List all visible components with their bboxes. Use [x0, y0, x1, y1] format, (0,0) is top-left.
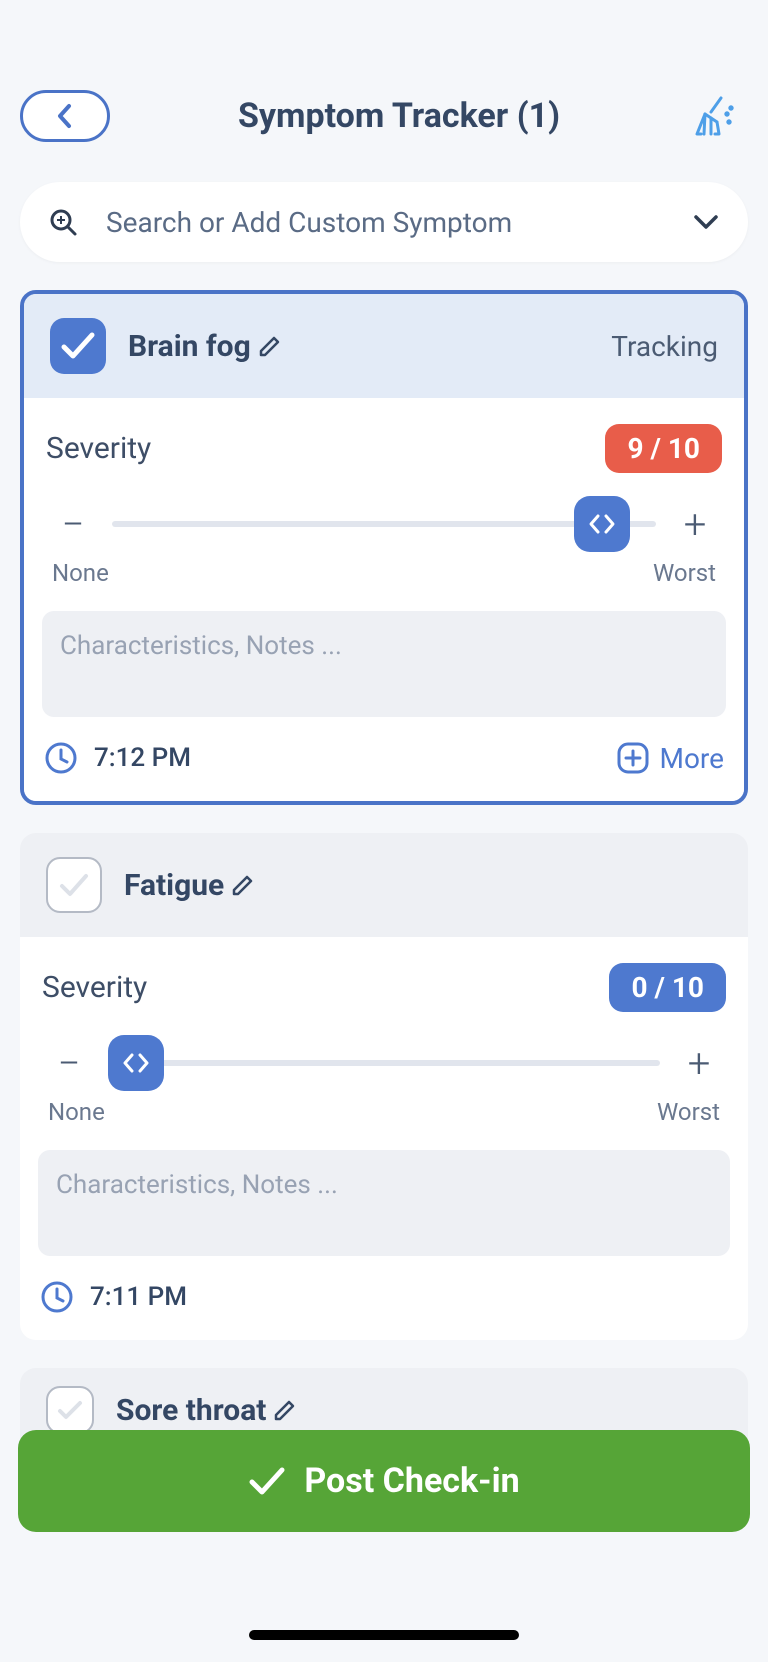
- severity-badge: 9 / 10: [605, 424, 722, 473]
- symptom-name-text: Sore throat: [116, 1393, 266, 1428]
- increment-button[interactable]: +: [672, 501, 718, 547]
- slider-track[interactable]: [108, 1040, 660, 1086]
- severity-badge: 0 / 10: [609, 963, 726, 1012]
- symptom-status: Tracking: [611, 330, 718, 363]
- grip-icon: [120, 1051, 152, 1075]
- severity-label: Severity: [42, 970, 147, 1005]
- search-icon: [48, 207, 78, 237]
- time-display[interactable]: 7:11 PM: [40, 1280, 187, 1314]
- pencil-icon[interactable]: [230, 872, 256, 898]
- back-button[interactable]: [20, 90, 110, 142]
- chevron-left-icon: [55, 102, 75, 130]
- home-indicator: [249, 1630, 519, 1640]
- more-button[interactable]: More: [616, 741, 725, 775]
- broom-icon: [691, 94, 735, 138]
- increment-button[interactable]: +: [676, 1040, 722, 1086]
- slider-thumb[interactable]: [574, 496, 630, 552]
- pencil-icon[interactable]: [257, 333, 283, 359]
- symptom-name: Fatigue: [124, 868, 256, 903]
- clock-icon: [40, 1280, 74, 1314]
- time-display[interactable]: 7:12 PM: [44, 741, 191, 775]
- range-max-label: Worst: [657, 1098, 720, 1126]
- clean-button[interactable]: [688, 91, 738, 141]
- range-min-label: None: [52, 559, 109, 587]
- symptom-header: Fatigue: [20, 833, 748, 937]
- range-min-label: None: [48, 1098, 105, 1126]
- symptom-name: Sore throat: [116, 1393, 298, 1428]
- severity-label: Severity: [46, 431, 151, 466]
- plus-square-icon: [616, 741, 650, 775]
- symptom-name: Brain fog: [128, 329, 283, 364]
- time-text: 7:11 PM: [90, 1282, 187, 1312]
- symptom-checkbox[interactable]: [46, 857, 102, 913]
- symptom-card: Fatigue Severity 0 / 10 − + None Worst: [20, 833, 748, 1340]
- slider-track[interactable]: [112, 501, 656, 547]
- symptom-body: Severity 0 / 10 − + None Worst 7:11 PM: [20, 937, 748, 1340]
- check-icon: [56, 1399, 84, 1421]
- search-input[interactable]: [106, 206, 680, 239]
- time-text: 7:12 PM: [94, 743, 191, 773]
- symptom-checkbox[interactable]: [46, 1386, 94, 1434]
- symptom-body: Severity 9 / 10 − + None Worst 7:12 PM: [24, 398, 744, 801]
- symptom-checkbox[interactable]: [50, 318, 106, 374]
- severity-slider: − +: [42, 501, 726, 547]
- check-icon: [60, 331, 96, 361]
- search-bar[interactable]: [20, 182, 748, 262]
- symptom-card: Brain fog Tracking Severity 9 / 10 − + N…: [20, 290, 748, 805]
- check-icon: [58, 872, 90, 898]
- symptom-name-text: Fatigue: [124, 868, 224, 903]
- page-title: Symptom Tracker (1): [110, 96, 688, 136]
- pencil-icon[interactable]: [272, 1397, 298, 1423]
- slider-thumb[interactable]: [108, 1035, 164, 1091]
- decrement-button[interactable]: −: [50, 501, 96, 547]
- severity-slider: − +: [38, 1040, 730, 1086]
- check-icon: [248, 1466, 286, 1496]
- grip-icon: [586, 512, 618, 536]
- decrement-button[interactable]: −: [46, 1040, 92, 1086]
- more-text: More: [660, 742, 725, 775]
- post-checkin-label: Post Check-in: [304, 1461, 519, 1501]
- notes-input[interactable]: [42, 611, 726, 717]
- post-checkin-button[interactable]: Post Check-in: [18, 1430, 750, 1532]
- chevron-down-icon[interactable]: [692, 213, 720, 231]
- notes-input[interactable]: [38, 1150, 730, 1256]
- symptom-name-text: Brain fog: [128, 329, 251, 364]
- app-header: Symptom Tracker (1): [0, 0, 768, 172]
- symptom-header: Brain fog Tracking: [24, 294, 744, 398]
- clock-icon: [44, 741, 78, 775]
- range-max-label: Worst: [653, 559, 716, 587]
